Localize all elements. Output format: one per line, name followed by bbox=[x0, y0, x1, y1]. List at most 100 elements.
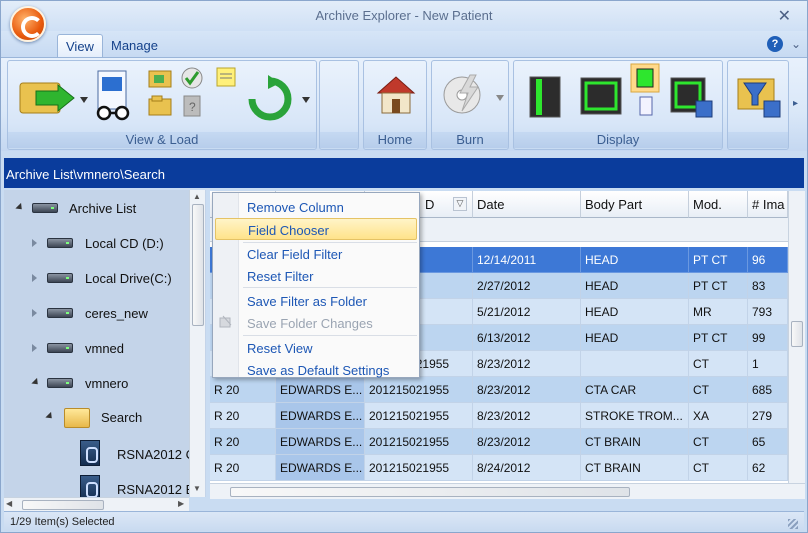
home-icon[interactable] bbox=[374, 73, 418, 117]
expand-arrow-icon[interactable] bbox=[32, 309, 37, 317]
scroll-up-icon[interactable]: ▲ bbox=[193, 192, 201, 201]
grid-hscroll-thumb[interactable] bbox=[230, 487, 630, 497]
tree-hscroll-thumb[interactable] bbox=[22, 500, 104, 510]
search-folder-icon bbox=[64, 408, 90, 428]
menu-item-reset-view[interactable]: Reset View bbox=[215, 337, 417, 359]
ribbon-group-home: Home bbox=[363, 60, 427, 150]
table-cell: 201215021955 bbox=[365, 455, 473, 481]
load-arrow-folder-icon[interactable] bbox=[18, 75, 88, 121]
table-cell: 8/23/2012 bbox=[473, 429, 581, 455]
table-cell: CT BRAIN bbox=[581, 455, 689, 481]
scroll-left-icon[interactable]: ◀ bbox=[6, 499, 12, 508]
grid-vertical-scrollbar[interactable] bbox=[788, 191, 805, 483]
verify-checkmark-icon[interactable] bbox=[178, 65, 208, 91]
group-label-home: Home bbox=[364, 132, 426, 148]
menu-separator bbox=[243, 287, 417, 288]
menu-item-save-filter-as-folder[interactable]: Save Filter as Folder bbox=[215, 290, 417, 312]
tree-item-label: vmned bbox=[85, 341, 125, 356]
tree-item-label: Local CD (D:) bbox=[85, 236, 164, 251]
group-label-display: Display bbox=[514, 132, 722, 148]
tree-item-label: RSNA2012 E bbox=[117, 482, 195, 497]
application-menu-button[interactable] bbox=[10, 6, 46, 42]
display-layout-icon[interactable] bbox=[578, 75, 626, 119]
table-cell: CT bbox=[689, 429, 748, 455]
menu-item-save-folder-changes: Save Folder Changes bbox=[247, 316, 373, 331]
table-cell: PT CT bbox=[689, 247, 748, 273]
display-thumbnails-icon[interactable] bbox=[630, 63, 660, 121]
ribbon-minimize-icon[interactable]: ⌄ bbox=[791, 37, 801, 51]
burn-disc-icon[interactable] bbox=[440, 73, 506, 117]
table-cell: 279 bbox=[748, 403, 788, 429]
table-row[interactable]: R 20 EDWARDS E... 201215021955 8/23/2012 STR… bbox=[210, 403, 805, 429]
table-cell: EDWARDS E... bbox=[276, 403, 365, 429]
column-header-body-part[interactable]: Body Part bbox=[581, 191, 689, 218]
tree-vertical-scrollbar[interactable]: ▲ ▼ bbox=[189, 190, 205, 497]
menu-item-clear-field-filter[interactable]: Clear Field Filter bbox=[215, 243, 417, 265]
ribbon-group-display: Display bbox=[513, 60, 723, 150]
collapse-arrow-icon[interactable] bbox=[15, 202, 25, 213]
tree-item-label: ceres_new bbox=[85, 306, 148, 321]
open-folder-icon[interactable] bbox=[146, 65, 176, 91]
viewer-glasses-icon[interactable] bbox=[92, 69, 140, 123]
menu-item-field-chooser[interactable]: Field Chooser bbox=[215, 218, 417, 240]
tree-item-label: RSNA2012 C bbox=[117, 447, 196, 462]
menu-item-save-default-settings[interactable]: Save as Default Settings bbox=[215, 359, 417, 381]
scroll-down-icon[interactable]: ▼ bbox=[193, 484, 201, 493]
table-row[interactable]: R 20 EDWARDS E... 201215021955 8/24/2012 CT … bbox=[210, 455, 805, 481]
ribbon-group-burn: Burn bbox=[431, 60, 509, 150]
column-header-image-count[interactable]: # Ima bbox=[748, 191, 788, 218]
resize-grip-icon[interactable] bbox=[788, 519, 798, 529]
expand-arrow-icon[interactable] bbox=[32, 344, 37, 352]
tree-item-label: Archive List bbox=[69, 201, 137, 216]
table-cell: PT CT bbox=[689, 325, 748, 351]
collapse-arrow-icon[interactable] bbox=[45, 411, 55, 422]
tree-horizontal-scrollbar[interactable]: ◀ ▶ bbox=[4, 497, 189, 511]
scroll-right-icon[interactable]: ▶ bbox=[178, 499, 184, 508]
table-cell: CT BRAIN bbox=[581, 429, 689, 455]
refresh-icon[interactable] bbox=[244, 75, 310, 123]
folder-stack-icon[interactable] bbox=[146, 93, 176, 119]
collapse-arrow-icon[interactable] bbox=[31, 377, 41, 388]
tree-scroll-thumb[interactable] bbox=[192, 204, 204, 326]
table-cell: 201215021955 bbox=[365, 403, 473, 429]
column-header-modality[interactable]: Mod. bbox=[689, 191, 748, 218]
table-cell: R 20 bbox=[210, 429, 276, 455]
ribbon-scroll-right-icon[interactable]: ▸ bbox=[793, 98, 798, 109]
drive-icon bbox=[32, 203, 58, 213]
filter-funnel-icon[interactable]: ▽ bbox=[453, 197, 467, 211]
column-header-date[interactable]: Date bbox=[473, 191, 581, 218]
table-cell: HEAD bbox=[581, 247, 689, 273]
table-cell: 6/13/2012 bbox=[473, 325, 581, 351]
save-filter-funnel-icon[interactable] bbox=[736, 73, 782, 119]
help-icon[interactable]: ? bbox=[767, 36, 783, 52]
table-cell: 83 bbox=[748, 273, 788, 299]
table-cell: 8/24/2012 bbox=[473, 455, 581, 481]
menu-separator bbox=[243, 335, 417, 336]
tree-item-label: vmnero bbox=[85, 376, 129, 391]
expand-arrow-icon[interactable] bbox=[32, 239, 37, 247]
archive-tree: Archive List Local CD (D:) Local Drive(C… bbox=[4, 190, 206, 497]
menu-item-remove-column[interactable]: Remove Column bbox=[215, 196, 417, 218]
display-save-layout-icon[interactable] bbox=[668, 75, 716, 119]
table-cell: 12/14/2011 bbox=[473, 247, 581, 273]
drive-icon bbox=[47, 273, 73, 283]
group-label-blank bbox=[320, 132, 358, 148]
unknown-patient-icon: ? bbox=[183, 95, 201, 117]
table-cell: 2/27/2012 bbox=[473, 273, 581, 299]
display-single-pane-icon[interactable] bbox=[526, 73, 566, 121]
tab-manage[interactable]: Manage bbox=[103, 34, 166, 57]
table-cell: 8/23/2012 bbox=[473, 351, 581, 377]
table-row[interactable]: R 20 EDWARDS E... 201215021955 8/23/2012 CT … bbox=[210, 429, 805, 455]
notes-icon[interactable] bbox=[212, 65, 242, 91]
grid-scroll-thumb[interactable] bbox=[791, 321, 803, 347]
expand-arrow-icon[interactable] bbox=[32, 274, 37, 282]
ribbon: ? View & Load Home Burn Display ▸ bbox=[1, 57, 807, 151]
grid-horizontal-scrollbar[interactable] bbox=[210, 483, 805, 499]
group-label-burn: Burn bbox=[432, 132, 508, 148]
menu-item-reset-filter[interactable]: Reset Filter bbox=[215, 265, 417, 287]
tab-view[interactable]: View bbox=[57, 34, 103, 57]
group-label-view-load: View & Load bbox=[8, 132, 316, 148]
close-icon[interactable]: ✕ bbox=[778, 6, 791, 26]
table-cell: CTA CAR bbox=[581, 377, 689, 403]
ribbon-group-blank bbox=[319, 60, 359, 150]
